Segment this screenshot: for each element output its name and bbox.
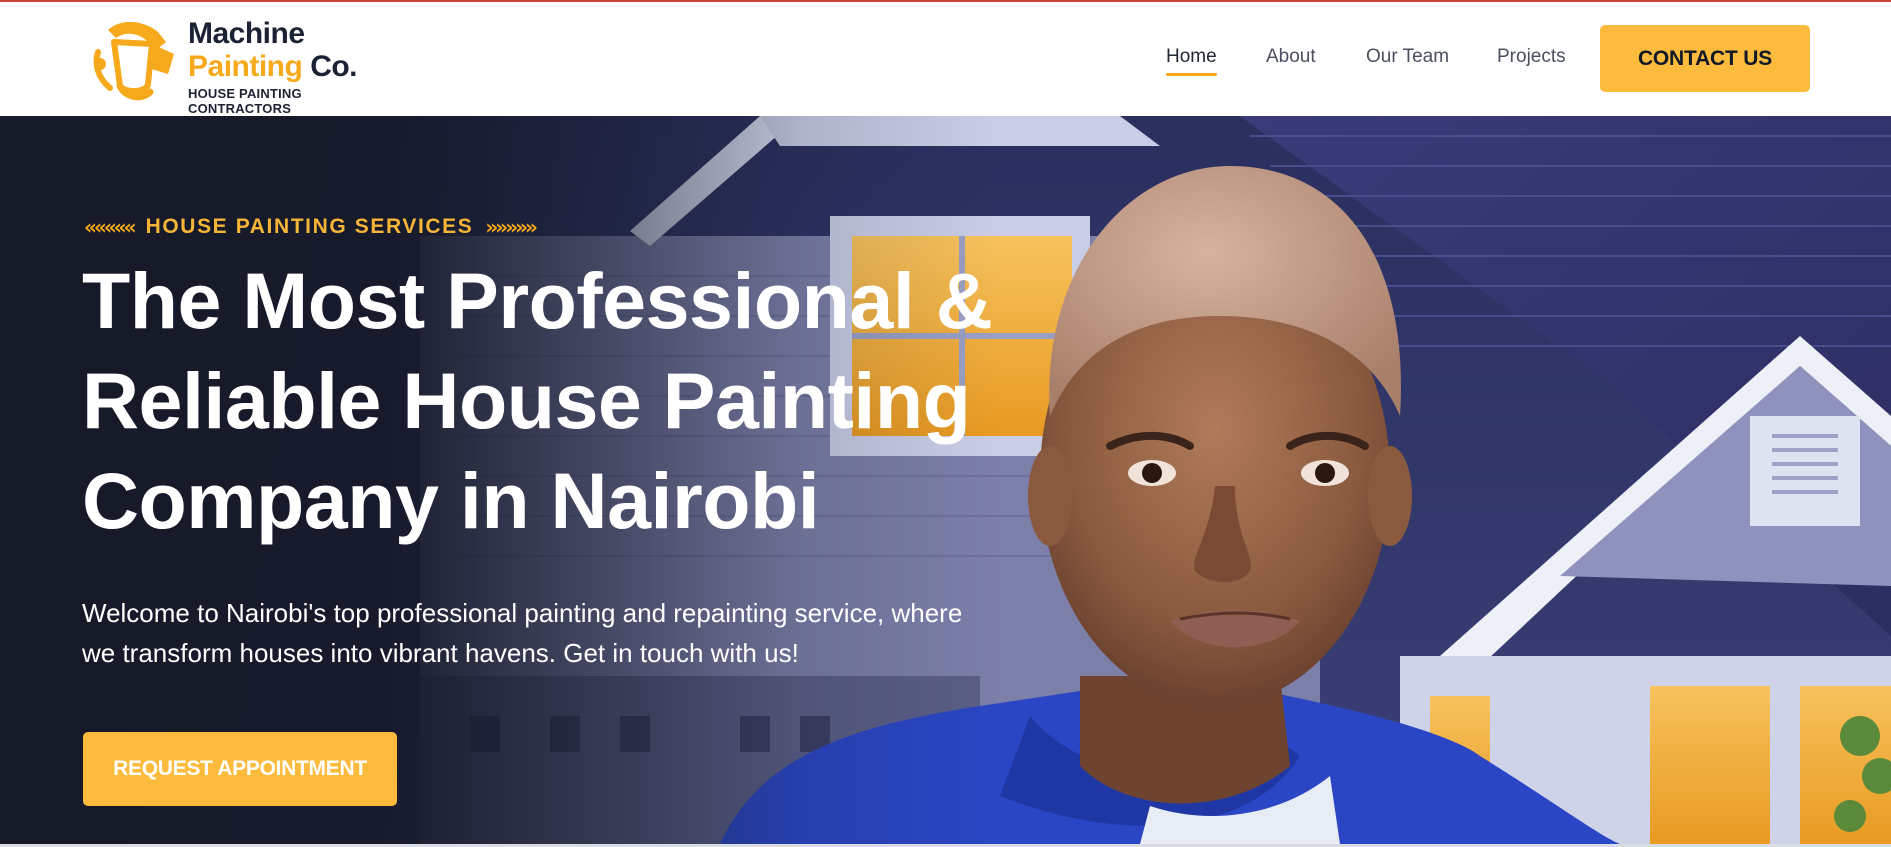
brand-tagline: HOUSE PAINTING CONTRACTORS <box>188 86 302 116</box>
brand-name-line2: Painting Co. <box>188 50 406 84</box>
brand-logo[interactable]: Machine Painting Co. HOUSE PAINTING CONT… <box>86 12 406 116</box>
hero-kicker-text: HOUSE PAINTING SERVICES <box>145 215 474 238</box>
nav-item-label: Home <box>1166 46 1217 67</box>
brand-name-accent: Painting <box>188 50 303 83</box>
site-header: Machine Painting Co. HOUSE PAINTING CONT… <box>0 2 1891 116</box>
nav-item-about[interactable]: About <box>1266 46 1316 68</box>
double-chevron-right-icon: »»»»» <box>485 215 538 239</box>
double-chevron-left-icon: ««««« <box>84 215 137 239</box>
brand-wordmark: Machine Painting Co. HOUSE PAINTING CONT… <box>188 17 406 117</box>
paint-bucket-logo-icon <box>93 21 174 101</box>
hero-subtitle: Welcome to Nairobi's top professional pa… <box>82 598 963 668</box>
request-appointment-button[interactable]: REQUEST APPOINTMENT <box>83 732 397 806</box>
hero-title: The Most Professional & Reliable House P… <box>82 256 993 545</box>
contact-us-button[interactable]: CONTACT US <box>1600 25 1810 92</box>
nav-item-projects[interactable]: Projects <box>1497 46 1566 68</box>
hero-kicker: ««««« HOUSE PAINTING SERVICES »»»»» <box>84 215 538 239</box>
brand-name-line1: Machine <box>188 17 305 50</box>
hero-section: ««««« HOUSE PAINTING SERVICES »»»»» The … <box>0 116 1891 844</box>
active-nav-underline <box>1166 73 1217 76</box>
brand-name-suffix: Co. <box>310 50 358 83</box>
nav-item-home[interactable]: Home <box>1166 46 1217 76</box>
nav-item-our-team[interactable]: Our Team <box>1366 46 1449 68</box>
